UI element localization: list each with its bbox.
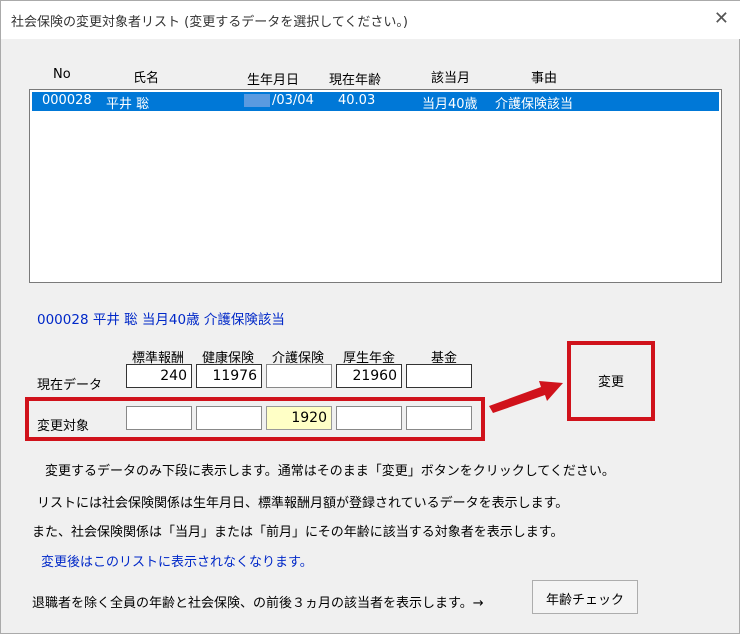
target-listbox[interactable]: 000028 平井 聡 /03/04 40.03 当月40歳 介護保険該当 xyxy=(29,89,722,283)
note-line-1: 変更するデータのみ下段に表示します。通常はそのまま「変更」ボタンをクリックしてく… xyxy=(45,464,615,479)
header-birth: 生年月日 xyxy=(247,73,300,88)
change-fund-field[interactable] xyxy=(406,406,472,430)
header-name: 氏名 xyxy=(133,71,160,86)
list-row-selected[interactable]: 000028 平井 聡 /03/04 40.03 当月40歳 介護保険該当 xyxy=(32,92,719,112)
current-health-insurance-field[interactable]: 11976 xyxy=(196,364,262,388)
dialog-window: 社会保険の変更対象者リスト (変更するデータを選択してください。) ✕ No 氏… xyxy=(0,0,740,634)
row-reason: 介護保険該当 xyxy=(495,97,574,112)
change-button[interactable]: 変更 xyxy=(574,348,648,414)
selected-summary: 000028 平井 聡 当月40歳 介護保険該当 xyxy=(37,312,285,328)
row-no: 000028 xyxy=(42,93,92,108)
row-name: 平井 聡 xyxy=(106,97,150,112)
change-health-insurance-field[interactable] xyxy=(196,406,262,430)
current-fund-field[interactable] xyxy=(406,364,472,388)
change-standard-pay-field[interactable] xyxy=(126,406,192,430)
header-applicable: 該当月 xyxy=(431,71,471,86)
title-bar: 社会保険の変更対象者リスト (変更するデータを選択してください。) ✕ xyxy=(1,1,740,39)
current-standard-pay-field[interactable]: 240 xyxy=(126,364,192,388)
window-title: 社会保険の変更対象者リスト (変更するデータを選択してください。) xyxy=(11,15,408,30)
current-data-label: 現在データ xyxy=(37,378,103,393)
redaction-block xyxy=(244,94,270,107)
arrow-shape xyxy=(489,381,563,413)
red-arrow-annotation xyxy=(489,381,563,413)
current-pension-field[interactable]: 21960 xyxy=(336,364,402,388)
change-care-insurance-field[interactable]: 1920 xyxy=(266,406,332,430)
header-no: No xyxy=(53,67,71,82)
note-line-3: また、社会保険関係は「当月」または「前月」にその年齢に該当する対象者を表示します… xyxy=(32,525,564,540)
row-birth: /03/04 xyxy=(272,93,314,108)
blue-note: 変更後はこのリストに表示されなくなります。 xyxy=(41,555,313,570)
age-check-button[interactable]: 年齢チェック xyxy=(532,580,638,614)
current-care-insurance-field[interactable] xyxy=(266,364,332,388)
header-reason: 事由 xyxy=(531,71,558,86)
close-icon[interactable]: ✕ xyxy=(714,8,729,29)
row-applicable: 当月40歳 xyxy=(422,97,478,112)
footer-text: 退職者を除く全員の年齢と社会保険、の前後３ヵ月の該当者を表示します。→ xyxy=(32,596,484,611)
change-target-label: 変更対象 xyxy=(37,419,90,434)
note-line-2: リストには社会保険関係は生年月日、標準報酬月額が登録されているデータを表示します… xyxy=(37,496,569,511)
header-age: 現在年齢 xyxy=(329,73,382,88)
change-pension-field[interactable] xyxy=(336,406,402,430)
row-age: 40.03 xyxy=(338,93,376,108)
